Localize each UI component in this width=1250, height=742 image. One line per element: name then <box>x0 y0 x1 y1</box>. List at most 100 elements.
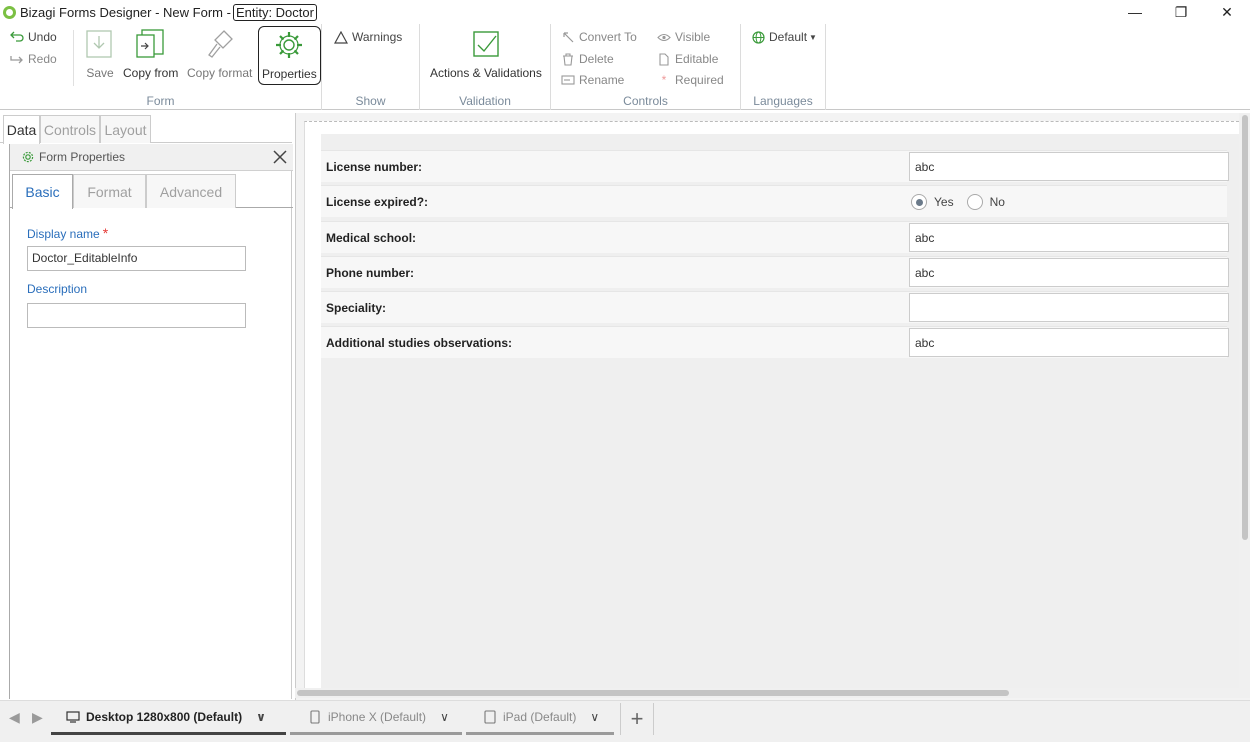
device-desktop-label: Desktop 1280x800 (Default) <box>86 709 243 724</box>
radio-selected-icon[interactable] <box>911 194 927 210</box>
copy-from-label: Copy from <box>123 66 179 80</box>
tab-basic[interactable]: Basic <box>12 174 73 209</box>
speciality-input[interactable] <box>909 293 1229 322</box>
languages-group-label: Languages <box>753 94 813 108</box>
form-row-additional-studies[interactable]: Additional studies observations: abc <box>321 326 1229 358</box>
form-canvas: License number: abc License expired?: Ye… <box>295 113 1250 700</box>
convert-icon <box>561 30 575 44</box>
tablet-icon <box>484 709 496 724</box>
delete-button[interactable]: Delete <box>561 52 614 66</box>
trash-icon <box>561 52 575 66</box>
tab-controls[interactable]: Controls <box>40 115 100 143</box>
left-tab-strip: Data Controls Layout <box>0 113 292 144</box>
phone-icon <box>310 709 320 724</box>
redo-button[interactable]: Redo <box>10 52 57 66</box>
phone-number-input[interactable]: abc <box>909 258 1229 287</box>
radio-yes-label: Yes <box>934 195 954 209</box>
minimize-button[interactable]: — <box>1112 0 1158 24</box>
description-input[interactable] <box>27 303 246 328</box>
language-dropdown[interactable]: Default ▼ <box>751 30 817 44</box>
rename-label: Rename <box>579 73 625 87</box>
device-tab-ipad[interactable]: iPad (Default) ∨ <box>466 701 614 735</box>
form-frame: License number: abc License expired?: Ye… <box>304 121 1244 690</box>
horizontal-scrollbar[interactable] <box>295 688 1239 698</box>
warnings-button[interactable]: Warnings <box>334 30 402 44</box>
ribbon-group-controls: Convert To Delete Rename Visible Editabl… <box>551 24 741 110</box>
actions-validations-label: Actions & Validations <box>430 66 542 80</box>
chevron-down-icon[interactable]: ∨ <box>590 710 599 724</box>
ribbon-group-validation: Actions & Validations Validation <box>420 24 551 110</box>
properties-label: Properties <box>262 67 317 81</box>
license-number-input[interactable]: abc <box>909 152 1229 181</box>
save-button[interactable]: Save <box>84 26 116 80</box>
form-row-license-number[interactable]: License number: abc <box>321 150 1229 182</box>
device-tab-iphone[interactable]: iPhone X (Default) ∨ <box>290 701 462 735</box>
editable-toggle[interactable]: Editable <box>657 52 718 66</box>
add-device-button[interactable]: + <box>620 703 654 735</box>
form-body <box>321 134 1243 690</box>
chevron-down-icon[interactable]: ∨ <box>440 710 449 724</box>
field-label: Phone number: <box>326 266 415 280</box>
tab-data[interactable]: Data <box>3 115 40 144</box>
editable-icon <box>657 52 671 66</box>
show-group-label: Show <box>355 94 386 108</box>
scroll-left-icon[interactable]: ◀ <box>9 709 20 726</box>
close-icon[interactable] <box>271 148 289 166</box>
radio-yes[interactable]: Yes <box>911 194 954 210</box>
form-properties-panel: Form Properties Basic Format Advanced Di… <box>9 144 293 699</box>
redo-label: Redo <box>28 52 57 66</box>
tab-layout[interactable]: Layout <box>100 115 151 143</box>
form-row-medical-school[interactable]: Medical school: abc <box>321 221 1229 253</box>
copy-from-button[interactable]: Copy from <box>123 26 178 80</box>
required-toggle[interactable]: * Required <box>657 73 724 87</box>
display-name-label-text: Display name <box>27 227 100 241</box>
radio-no[interactable]: No <box>966 194 1005 210</box>
ribbon-separator <box>73 30 74 86</box>
undo-button[interactable]: Undo <box>10 30 57 44</box>
copy-format-button[interactable]: Copy format <box>187 26 252 80</box>
paintbrush-icon <box>207 30 233 58</box>
form-properties-title: Form Properties <box>39 150 126 164</box>
close-window-button[interactable]: ✕ <box>1204 0 1250 24</box>
required-asterisk-icon: * <box>102 225 109 241</box>
convert-to-button[interactable]: Convert To <box>561 30 637 44</box>
properties-tab-strip: Basic Format Advanced <box>10 174 293 209</box>
entity-label[interactable]: Entity: Doctor <box>232 3 317 21</box>
radio-unselected-icon[interactable] <box>966 194 983 210</box>
visible-toggle[interactable]: Visible <box>657 30 710 44</box>
horizontal-scroll-thumb[interactable] <box>297 690 1009 696</box>
scroll-right-icon[interactable]: ▶ <box>32 709 43 726</box>
caret-down-icon: ▼ <box>809 32 817 42</box>
convert-to-label: Convert To <box>579 30 637 44</box>
redo-icon <box>10 52 24 66</box>
chevron-down-icon[interactable]: ∨ <box>256 710 266 724</box>
undo-label: Undo <box>28 30 57 44</box>
restore-button[interactable]: ❐ <box>1158 0 1204 24</box>
field-label: Additional studies observations: <box>326 336 513 350</box>
description-label: Description <box>27 282 88 296</box>
form-row-phone-number[interactable]: Phone number: abc <box>321 256 1229 288</box>
form-row-license-expired[interactable]: License expired?: Yes No <box>321 185 1227 217</box>
device-tab-desktop[interactable]: Desktop 1280x800 (Default) ∨ <box>51 701 286 735</box>
properties-button[interactable]: Properties <box>258 26 321 85</box>
tab-advanced[interactable]: Advanced <box>146 174 236 208</box>
tab-format[interactable]: Format <box>73 174 146 208</box>
additional-studies-input[interactable]: abc <box>909 328 1229 357</box>
actions-validations-button[interactable]: Actions & Validations <box>430 26 542 80</box>
display-name-input[interactable]: Doctor_EditableInfo <box>27 246 246 271</box>
display-name-label: Display name * <box>27 225 108 241</box>
language-label: Default <box>769 30 808 44</box>
copy-from-icon <box>136 29 164 58</box>
ribbon-group-show: Warnings Show <box>322 24 420 110</box>
ribbon: Undo Redo Save Copy from Copy format Pro… <box>0 24 1250 110</box>
form-row-speciality[interactable]: Speciality: <box>321 291 1229 323</box>
eye-icon <box>657 30 671 44</box>
vertical-scrollbar[interactable] <box>1239 113 1250 698</box>
gear-icon <box>276 32 303 58</box>
rename-button[interactable]: Rename <box>561 73 624 87</box>
field-label: License expired?: <box>326 195 429 209</box>
medical-school-input[interactable]: abc <box>909 223 1229 252</box>
form-properties-header: Form Properties <box>10 144 293 171</box>
vertical-scroll-thumb[interactable] <box>1242 115 1248 540</box>
bizagi-logo-icon <box>3 5 16 19</box>
